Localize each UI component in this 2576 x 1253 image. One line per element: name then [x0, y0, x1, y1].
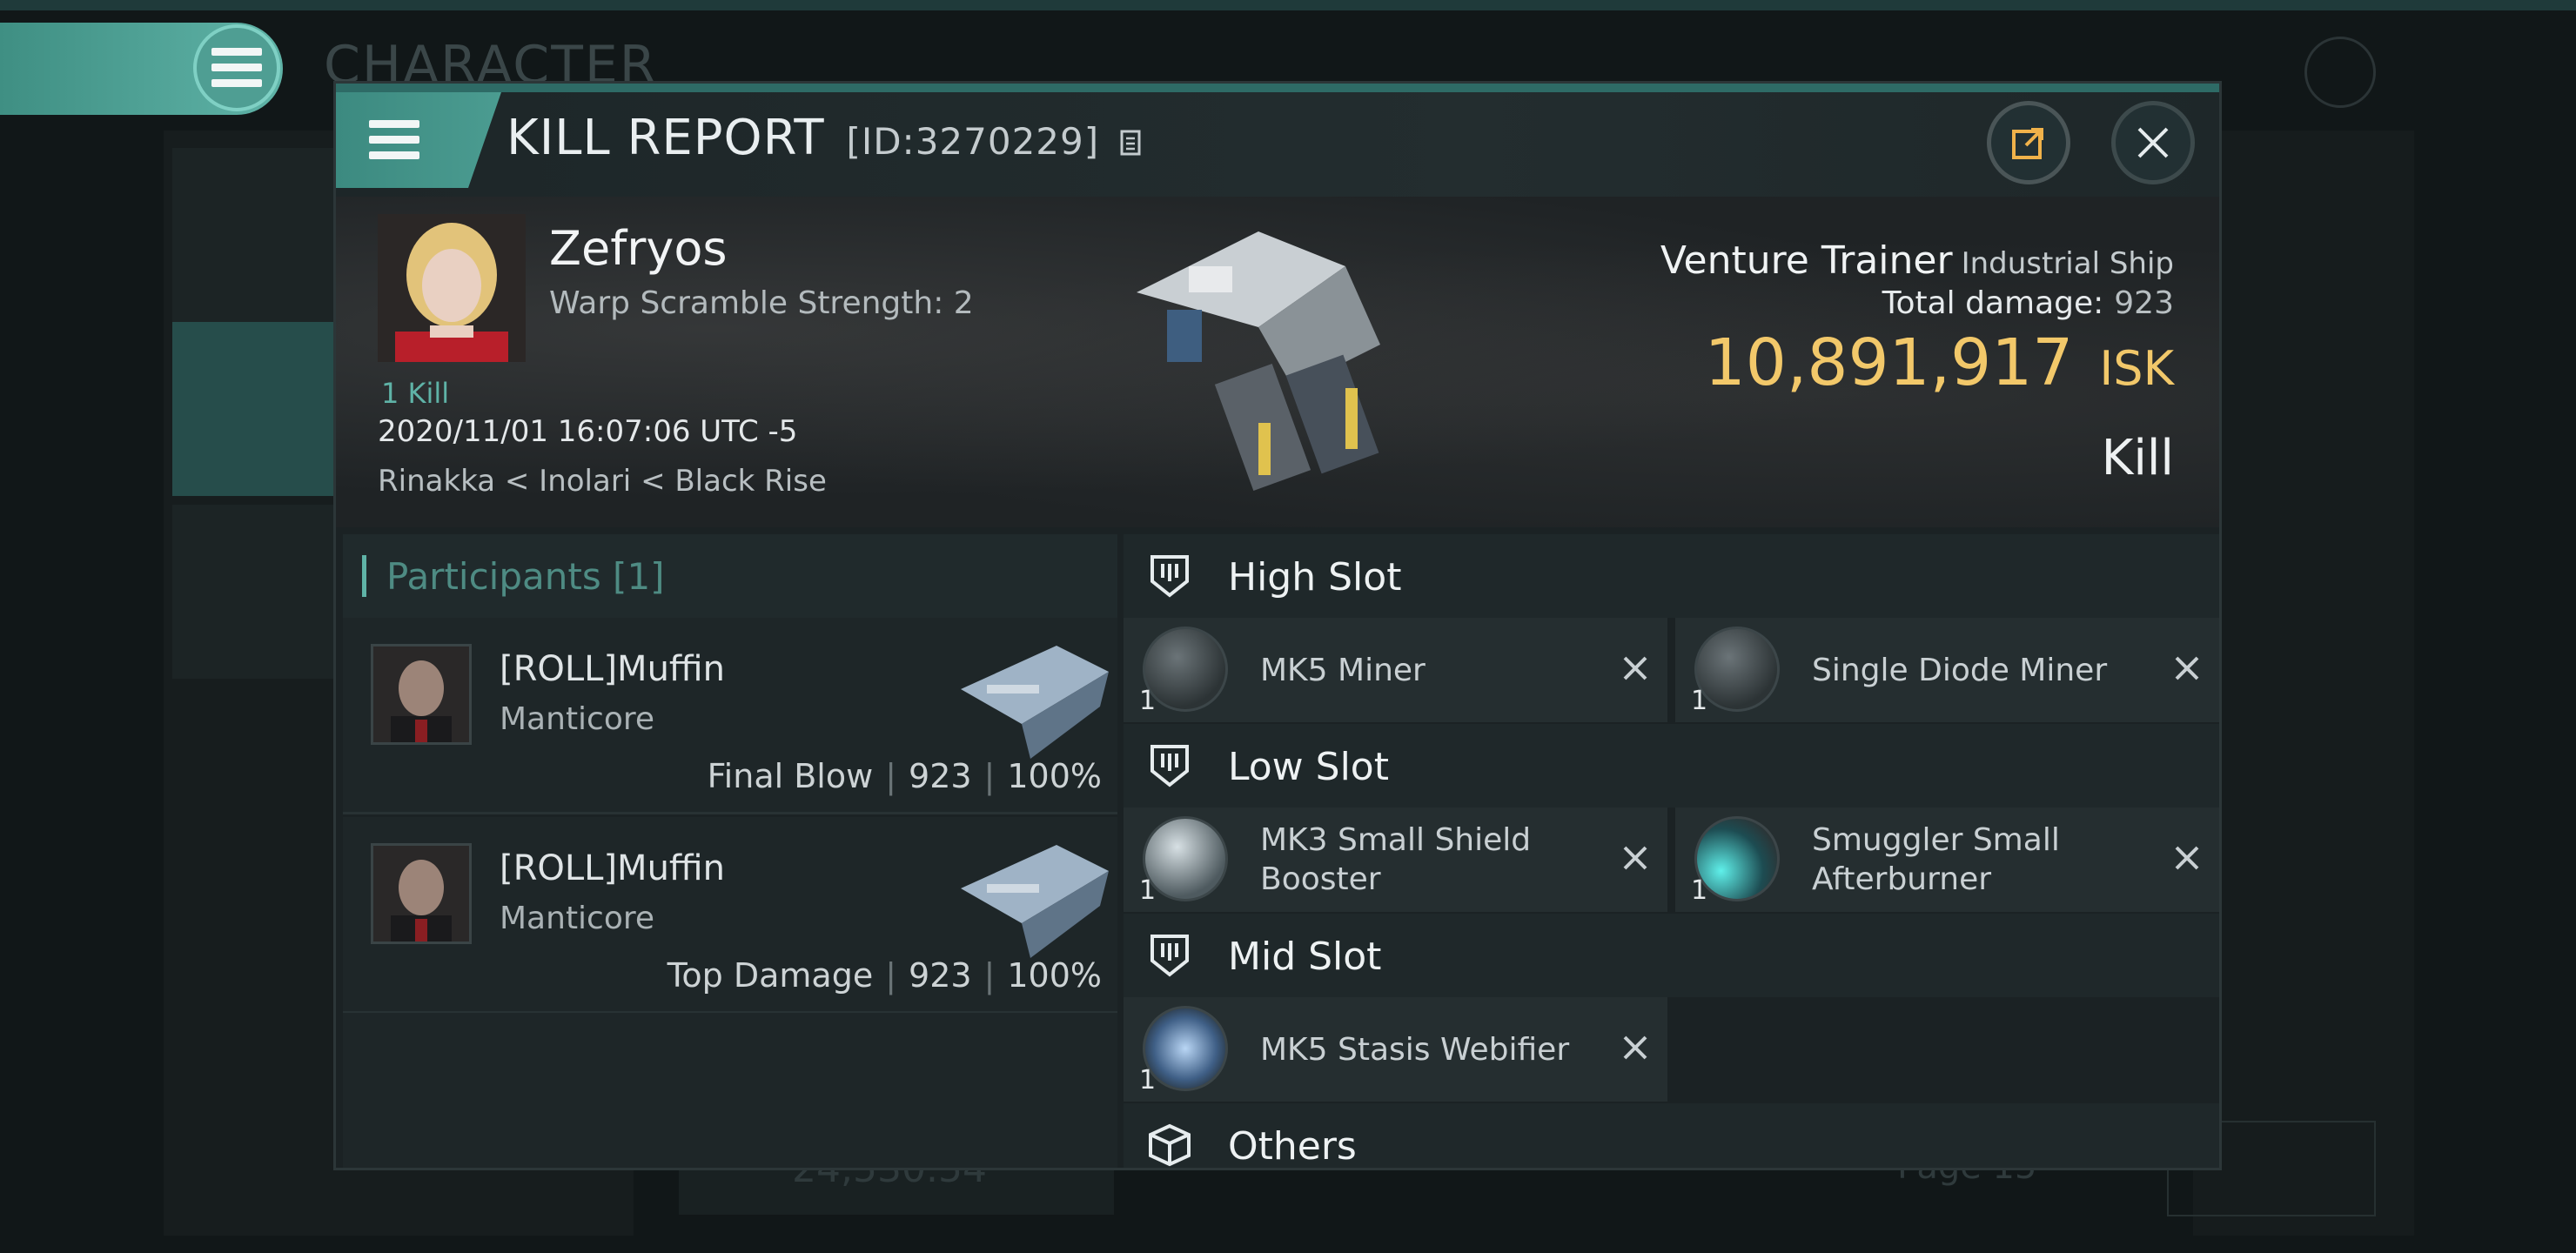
module-quantity: 1	[1691, 686, 1708, 716]
participant-ship: Manticore	[500, 701, 655, 737]
high-slot-header: High Slot	[1124, 534, 2219, 618]
background-right-panel	[2193, 131, 2414, 1236]
sidebar-item-list[interactable]	[172, 148, 346, 322]
module-quantity: 1	[1139, 875, 1157, 906]
isk-unit: ISK	[2099, 341, 2174, 396]
module-tile[interactable]: 1 MK3 Small Shield Booster	[1124, 807, 1667, 912]
participant-role: Final Blow	[707, 757, 874, 795]
kill-report-modal: KILL REPORT [ID:3270229] Zefryos Warp Sc…	[333, 81, 2222, 1170]
kill-location: Rinakka < Inolari < Black Rise	[378, 464, 827, 499]
fitting-list: High Slot 1 MK5 Miner 1 Single Diode Min…	[1124, 534, 2219, 1169]
top-accent-line	[0, 0, 2576, 10]
module-tile[interactable]: 1 MK5 Stasis Webifier	[1124, 997, 1667, 1102]
modal-title-text: KILL REPORT	[506, 110, 825, 166]
participant-avatar	[371, 843, 472, 944]
participant-stats: Final Blow | 923 | 100%	[707, 757, 1102, 795]
victim-ship-image	[1084, 214, 1467, 510]
victim-ship-name: Venture Trainer	[1660, 238, 1953, 283]
mid-slot-icon	[1150, 935, 1189, 977]
module-name: Single Diode Miner	[1812, 652, 2108, 688]
participant-damage: 923	[909, 757, 972, 795]
mid-slot-header: Mid Slot	[1124, 914, 2219, 997]
cargo-box-icon	[1149, 1123, 1191, 1167]
sidebar-item-combat[interactable]	[172, 322, 346, 496]
destroyed-x-icon	[1623, 1035, 1647, 1060]
main-menu-button[interactable]	[193, 24, 280, 111]
module-tile[interactable]: 1 Single Diode Miner	[1675, 618, 2219, 722]
module-name: MK3 Small Shield Booster	[1260, 822, 1532, 897]
participant-row[interactable]: [ROLL]Muffin Manticore Top Damage | 923 | 10…	[343, 817, 1117, 1014]
low-slot-header: Low Slot	[1124, 724, 2219, 807]
participant-percent: 100%	[1007, 757, 1102, 795]
destroyed-x-icon	[2175, 656, 2199, 680]
participant-avatar	[371, 644, 472, 745]
warp-scramble-strength: Warp Scramble Strength: 2	[549, 285, 974, 321]
victim-name: Zefryos	[549, 221, 728, 276]
others-label: Others	[1228, 1124, 1357, 1169]
high-slot-label: High Slot	[1228, 555, 1402, 600]
close-button[interactable]	[2111, 101, 2195, 184]
destroyed-x-icon	[1623, 846, 1647, 870]
participants-header[interactable]: Participants [1]	[343, 534, 1117, 618]
low-slot-label: Low Slot	[1228, 745, 1389, 789]
participant-name: [ROLL]Muffin	[500, 848, 725, 888]
copy-icon[interactable]	[1119, 126, 1145, 157]
menu-icon	[211, 48, 262, 88]
participant-name: [ROLL]Muffin	[500, 649, 725, 689]
total-damage-label: Total damage:	[1882, 285, 2104, 321]
participant-ship: Manticore	[500, 901, 655, 936]
module-tile[interactable]: 1 MK5 Miner	[1124, 618, 1667, 722]
isk-value: 10,891,917 ISK	[1705, 325, 2174, 400]
participants-header-marker	[362, 555, 366, 597]
participant-percent: 100%	[1007, 956, 1102, 995]
menu-icon	[369, 120, 419, 160]
destroyed-x-icon	[1623, 656, 1647, 680]
total-damage: Total damage: 923	[1882, 285, 2174, 321]
close-icon	[2137, 127, 2169, 158]
participant-ship-image	[952, 836, 1114, 967]
victim-avatar	[378, 214, 526, 362]
victim-ship-class: Industrial Ship	[1961, 246, 2174, 281]
low-slot-icon	[1150, 745, 1189, 787]
others-header: Others	[1124, 1103, 2219, 1169]
mid-slot-label: Mid Slot	[1228, 935, 1382, 979]
module-name: Smuggler Small Afterburner	[1812, 822, 2060, 897]
background-close-button[interactable]	[2304, 37, 2376, 108]
module-name: MK5 Miner	[1260, 652, 1426, 688]
victim-portrait[interactable]	[378, 214, 526, 362]
destroyed-x-icon	[2175, 846, 2199, 870]
kill-datetime: 2020/11/01 16:07:06 UTC -5	[378, 414, 798, 449]
kill-result-label: Kill	[2101, 430, 2174, 486]
module-tile[interactable]: 1 Smuggler Small Afterburner	[1675, 807, 2219, 912]
participant-row[interactable]: [ROLL]Muffin Manticore Final Blow | 923 | 10…	[343, 618, 1117, 814]
module-quantity: 1	[1139, 1065, 1157, 1096]
sidebar-item-medals[interactable]	[172, 505, 346, 679]
victim-ship: Venture Trainer Industrial Ship	[1660, 238, 2174, 283]
participant-stats: Top Damage | 923 | 100%	[667, 956, 1102, 995]
kill-id: [ID:3270229]	[846, 120, 1100, 163]
participant-role: Top Damage	[667, 956, 874, 995]
isk-amount: 10,891,917	[1704, 325, 2074, 400]
total-damage-value: 923	[2114, 285, 2174, 321]
high-slot-icon	[1150, 555, 1189, 598]
share-icon	[2012, 128, 2043, 159]
module-name: MK5 Stasis Webifier	[1260, 1031, 1570, 1068]
modal-top-stripe	[336, 84, 2219, 92]
participant-damage: 923	[909, 956, 972, 995]
module-quantity: 1	[1139, 686, 1157, 716]
participants-empty-area	[343, 1013, 1117, 1168]
participant-ship-image	[952, 637, 1114, 767]
victim-kill-count: 1 Kill	[381, 377, 450, 410]
share-button[interactable]	[1987, 101, 2070, 184]
module-quantity: 1	[1691, 875, 1708, 906]
participants-header-label: Participants [1]	[386, 555, 665, 598]
modal-title: KILL REPORT [ID:3270229]	[506, 110, 1145, 166]
